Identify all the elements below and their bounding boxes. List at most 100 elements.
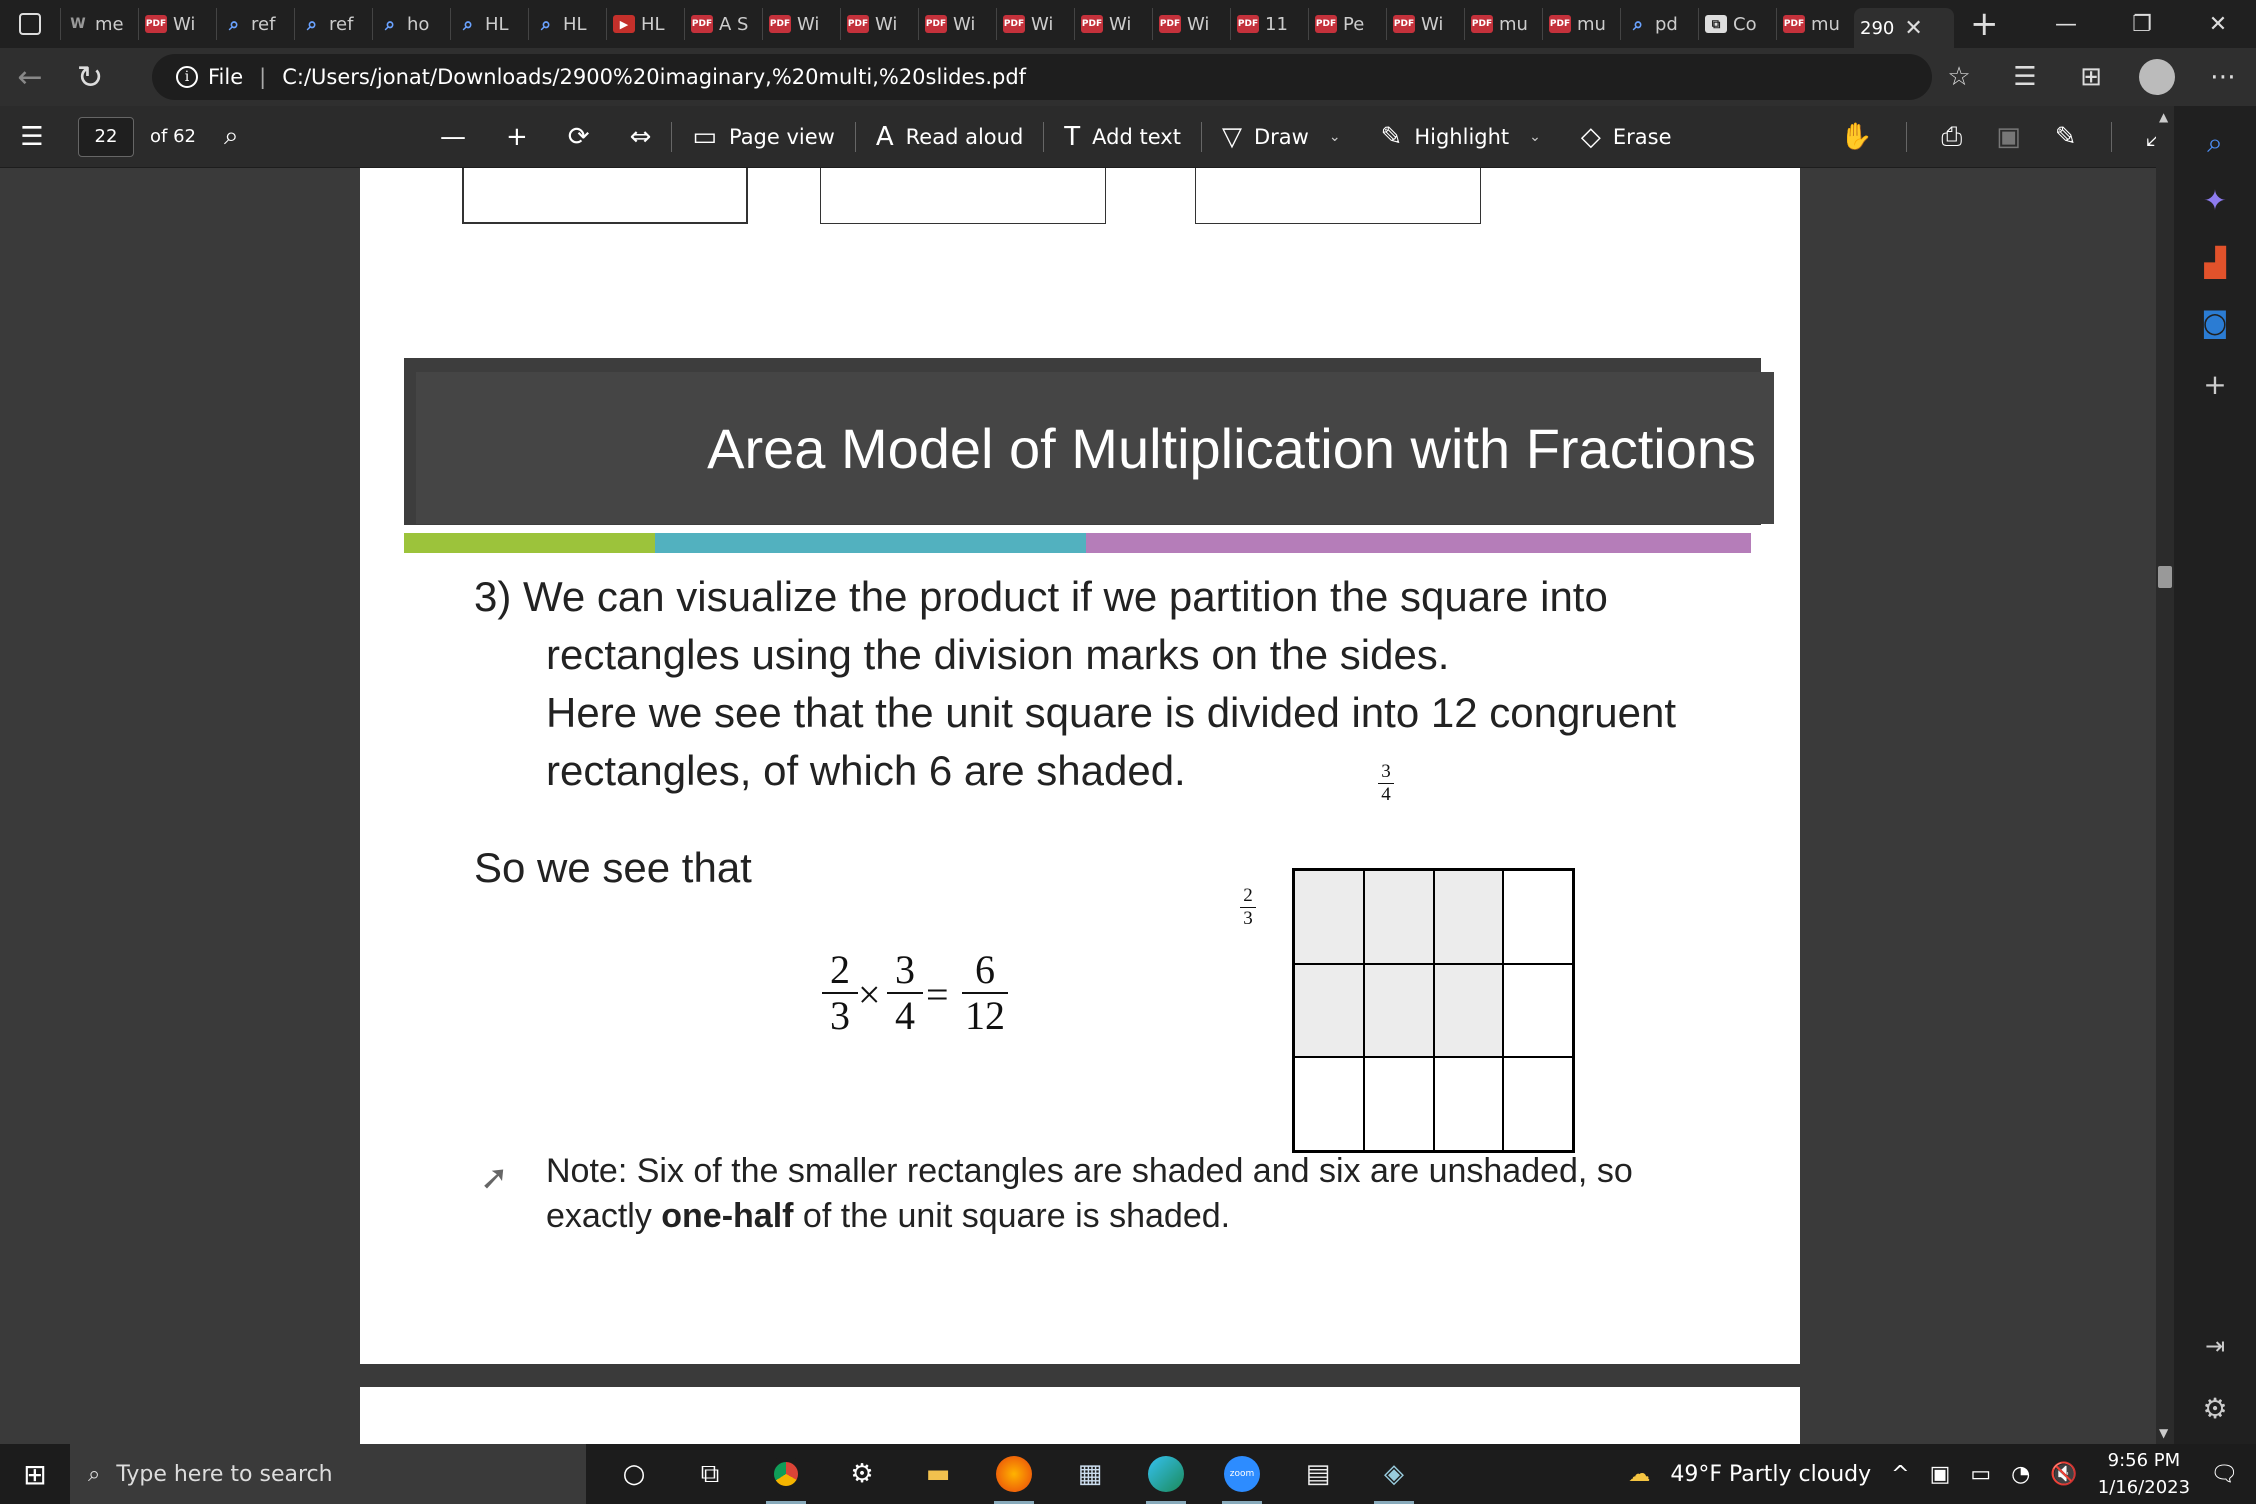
refresh-button[interactable]: ↻ xyxy=(60,52,120,102)
zoom-out-button[interactable]: — xyxy=(420,117,486,157)
browser-tab[interactable]: PDF mu xyxy=(1776,8,1854,40)
title-stripe-purple xyxy=(1086,533,1751,553)
read-aloud-button[interactable]: A Read aloud xyxy=(856,117,1043,157)
browser-tab[interactable]: PDF mu xyxy=(1464,8,1542,40)
save-as-icon[interactable]: ✎ xyxy=(2055,122,2077,152)
url-text[interactable]: C:/Users/jonat/Downloads/2900%20imaginar… xyxy=(282,65,1026,89)
browser-tab[interactable]: ▶ HL xyxy=(606,8,684,40)
photos-icon[interactable]: ▦ xyxy=(1052,1444,1128,1504)
browser-tab[interactable]: PDF Wi xyxy=(1152,8,1230,40)
taskbar-search-box[interactable]: ⌕ Type here to search xyxy=(70,1444,586,1504)
zoom-icon[interactable]: zoom xyxy=(1204,1444,1280,1504)
edge-sidebar: ⌕ ✦ ▟ ◙ + ⇥ ⚙ xyxy=(2174,106,2256,1444)
firefox-icon[interactable] xyxy=(976,1444,1052,1504)
show-hidden-icons-icon[interactable]: ^ xyxy=(1891,1462,1909,1487)
browser-tab[interactable]: ⌕ ref xyxy=(216,8,294,40)
browser-tab[interactable]: PDF Wi xyxy=(918,8,996,40)
browser-tab[interactable]: PDF Wi xyxy=(840,8,918,40)
browser-tab[interactable]: PDF Wi xyxy=(762,8,840,40)
add-text-button[interactable]: T Add text xyxy=(1044,117,1201,157)
chrome-icon[interactable] xyxy=(748,1444,824,1504)
weather-icon[interactable]: ☁ xyxy=(1628,1462,1650,1487)
save-icon[interactable]: ▣ xyxy=(1996,122,2021,152)
sidebar-search-icon[interactable]: ⌕ xyxy=(2174,126,2256,160)
edge-icon[interactable] xyxy=(1128,1444,1204,1504)
minimize-button[interactable]: — xyxy=(2028,0,2104,48)
cortana-icon[interactable]: ○ xyxy=(596,1444,672,1504)
chevron-down-icon[interactable]: ⌄ xyxy=(1529,129,1541,145)
browser-tab[interactable]: PDF Wi xyxy=(1386,8,1464,40)
zoom-in-button[interactable]: + xyxy=(486,117,548,157)
sidebar-discover-icon[interactable]: ✦ xyxy=(2174,184,2256,217)
close-window-button[interactable]: ✕ xyxy=(2180,0,2256,48)
notifications-icon[interactable]: 🗨 xyxy=(2210,1462,2238,1487)
touch-icon[interactable]: ✋ xyxy=(1840,122,1872,152)
document-viewport[interactable]: Area Model of Multiplication with Fracti… xyxy=(0,168,2174,1444)
browser-tab[interactable]: ⌕ HL xyxy=(528,8,606,40)
profile-avatar[interactable] xyxy=(2139,59,2175,95)
erase-button[interactable]: ◇ Erase xyxy=(1561,117,1692,157)
collections-icon[interactable]: ⊞ xyxy=(2058,62,2124,92)
vertical-scrollbar[interactable]: ▲ ▼ xyxy=(2156,106,2174,1444)
new-tab-button[interactable]: + xyxy=(1970,7,1999,41)
battery-icon[interactable]: ▭ xyxy=(1970,1462,1991,1487)
browser-tab[interactable]: PDF Wi xyxy=(1074,8,1152,40)
sidebar-hide-icon[interactable]: ⇥ xyxy=(2174,1332,2256,1360)
back-button[interactable]: ← xyxy=(0,52,60,102)
file-explorer-icon[interactable]: ▬ xyxy=(900,1444,976,1504)
browser-tab[interactable]: ⌕ ref xyxy=(294,8,372,40)
browser-tab[interactable]: PDF A S xyxy=(684,8,762,40)
tab-close-icon[interactable]: ✕ xyxy=(1904,16,1922,41)
chevron-down-icon[interactable]: ⌄ xyxy=(1329,129,1341,145)
contents-list-icon[interactable]: ☰ xyxy=(0,122,64,152)
wifi-icon[interactable]: ◔ xyxy=(2011,1462,2030,1487)
browser-tab[interactable]: ⌕ pd xyxy=(1620,8,1698,40)
browser-tab[interactable]: PDF Wi xyxy=(996,8,1074,40)
favorite-add-icon[interactable]: ☆ xyxy=(1926,62,1992,92)
speaker-muted-icon[interactable]: 🔇 xyxy=(2050,1462,2077,1487)
rotate-button[interactable]: ⟳ xyxy=(548,117,610,157)
network-icon[interactable]: ▣ xyxy=(1930,1462,1951,1487)
taskbar-search-placeholder: Type here to search xyxy=(116,1461,333,1487)
highlight-button[interactable]: ✎ Highlight ⌄ xyxy=(1361,117,1561,157)
note-line-1: Note: Six of the smaller rectangles are … xyxy=(546,1152,1633,1190)
scroll-thumb[interactable] xyxy=(2158,566,2172,588)
browser-tab[interactable]: PDF Pe xyxy=(1308,8,1386,40)
grid-cell xyxy=(1363,1057,1434,1151)
browser-tab[interactable]: PDF 11 xyxy=(1230,8,1308,40)
favorites-icon[interactable]: ☰ xyxy=(1992,62,2058,92)
browser-tab[interactable]: ⌕ ho xyxy=(372,8,450,40)
sidebar-outlook-icon[interactable]: ◙ xyxy=(2174,306,2256,339)
page-number-input[interactable]: 22 xyxy=(78,116,134,157)
browser-tab[interactable]: PDF mu xyxy=(1542,8,1620,40)
settings-icon[interactable]: ⚙ xyxy=(824,1444,900,1504)
notepad-icon[interactable]: ◈ xyxy=(1356,1444,1432,1504)
restore-button[interactable]: ❐ xyxy=(2104,0,2180,48)
tab-label: HL xyxy=(563,13,587,35)
find-icon[interactable]: ⌕ xyxy=(224,121,239,152)
scroll-up-icon[interactable]: ▲ xyxy=(2159,110,2168,124)
draw-button[interactable]: ▽ Draw ⌄ xyxy=(1202,117,1361,157)
scroll-down-icon[interactable]: ▼ xyxy=(2159,1426,2168,1440)
browser-tab[interactable]: Wme xyxy=(60,8,138,40)
fit-page-button[interactable]: ⇔ xyxy=(610,117,672,157)
calculator-icon[interactable]: ▤ xyxy=(1280,1444,1356,1504)
browser-tab[interactable]: ⧉ Co xyxy=(1698,8,1776,40)
address-bar-actions: ☆ ☰ ⊞ ⋯ xyxy=(1926,48,2256,106)
tab-actions-button[interactable] xyxy=(0,0,60,48)
task-view-icon[interactable]: ⧉ xyxy=(672,1444,748,1504)
more-options-icon[interactable]: ⋯ xyxy=(2190,62,2256,92)
url-field[interactable]: i File | C:/Users/jonat/Downloads/2900%2… xyxy=(152,54,1932,100)
info-icon[interactable]: i xyxy=(176,66,198,88)
tab-active[interactable]: 290 ✕ xyxy=(1854,8,1954,48)
weather-text[interactable]: 49°F Partly cloudy xyxy=(1670,1462,1871,1487)
print-icon[interactable]: ⎙ xyxy=(1941,122,1962,153)
page-view-button[interactable]: ▭ Page view xyxy=(672,117,854,157)
browser-tab[interactable]: ⌕ HL xyxy=(450,8,528,40)
sidebar-office-icon[interactable]: ▟ xyxy=(2174,246,2256,279)
clock[interactable]: 9:56 PM 1/16/2023 xyxy=(2098,1447,2190,1501)
start-windows-icon[interactable]: ⊞ xyxy=(0,1458,70,1491)
sidebar-settings-icon[interactable]: ⚙ xyxy=(2174,1392,2256,1425)
browser-tab[interactable]: PDF Wi xyxy=(138,8,216,40)
sidebar-add-icon[interactable]: + xyxy=(2174,368,2256,401)
